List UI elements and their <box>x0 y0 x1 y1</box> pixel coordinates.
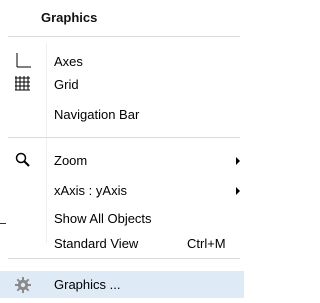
menu-header: Graphics <box>0 0 244 38</box>
axes-icon <box>14 52 32 70</box>
menu-separator <box>8 258 240 259</box>
zoom-icon <box>14 151 32 169</box>
menu-item-label: xAxis : yAxis <box>54 183 127 198</box>
menu-title: Graphics <box>41 10 98 25</box>
menu-item-label: Standard View <box>54 236 139 251</box>
menu-item-navigation-bar[interactable]: Navigation Bar <box>0 102 244 126</box>
menu-item-axis-ratio[interactable]: xAxis : yAxis <box>0 178 244 202</box>
grid-icon <box>14 75 32 93</box>
menu-item-shortcut: Ctrl+M <box>187 236 226 251</box>
menu-item-show-all-objects[interactable]: Show All Objects <box>0 206 244 230</box>
menu-item-label: Zoom <box>54 153 88 168</box>
menu-item-axes[interactable]: Axes <box>0 49 244 73</box>
submenu-arrow-icon <box>236 157 240 165</box>
menu-item-label: Axes <box>54 54 83 69</box>
edge-tick <box>0 223 6 224</box>
menu-item-standard-view[interactable]: Standard View Ctrl+M <box>0 231 244 255</box>
graphics-context-menu: Graphics Axes Grid Navigation Bar Zoom x… <box>0 0 244 303</box>
gear-icon <box>14 276 32 294</box>
menu-item-label: Navigation Bar <box>54 107 140 122</box>
menu-item-grid[interactable]: Grid <box>0 72 244 96</box>
menu-separator <box>8 137 240 138</box>
header-divider <box>8 36 240 37</box>
menu-item-label: Show All Objects <box>54 211 152 226</box>
menu-item-label: Grid <box>54 77 79 92</box>
menu-item-zoom[interactable]: Zoom <box>0 148 244 172</box>
menu-item-graphics-settings[interactable]: Graphics ... <box>0 271 244 298</box>
submenu-arrow-icon <box>236 187 240 195</box>
menu-item-label: Graphics ... <box>54 277 121 292</box>
